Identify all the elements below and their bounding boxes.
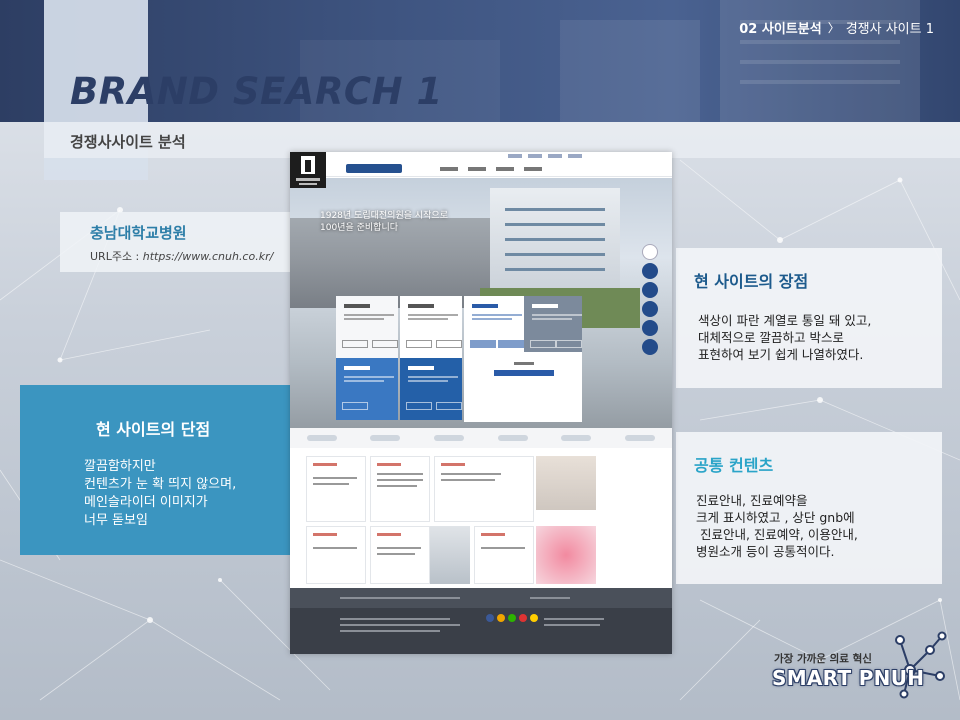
tile-hospital-news: [400, 358, 462, 420]
strength-line: 표현하여 보기 쉽게 나열하였다.: [698, 347, 864, 362]
common-text: 진료안내, 진료예약을 크게 표시하였고 , 상단 gnb에 진료안내, 진료예…: [696, 492, 858, 560]
utility-links: [508, 154, 582, 158]
award-badge: [290, 152, 326, 188]
hospital-url: URL주소 : https://www.cnuh.co.kr/: [90, 248, 273, 264]
hospice-banner: [464, 352, 582, 422]
page-title: BRAND SEARCH 1: [70, 70, 443, 113]
breadcrumb-current: 경쟁사 사이트 1: [845, 22, 934, 37]
common-line: 진료안내, 진료예약, 이용안내,: [696, 527, 858, 542]
tile-reservation: [400, 296, 462, 358]
weakness-line: 컨텐츠가 눈 확 띄지 않으며,: [84, 477, 237, 492]
brand-logo-text: SMART PNUH: [772, 666, 925, 690]
common-line: 진료안내, 진료예약을: [696, 493, 808, 508]
sns-icons: [486, 614, 538, 622]
gnb-menu: [440, 167, 542, 171]
weakness-line: 메인슬라이더 이미지가: [84, 495, 208, 510]
quick-icons-row: [290, 428, 672, 448]
tile-health: [464, 296, 524, 358]
news-card: [306, 456, 366, 522]
page-subtitle: 경쟁사사이트 분석: [70, 133, 186, 151]
url-label: URL주소 :: [90, 250, 143, 263]
hospital-name: 충남대학교병원: [90, 224, 187, 242]
utility-bar: [290, 152, 672, 161]
chevron-right-icon: 〉: [827, 21, 840, 35]
hero-caption: 1928년 도립대전의원을 시작으로 100년을 준비합니다: [320, 211, 448, 233]
strength-line: 색상이 파란 계열로 통일 돼 있고,: [698, 313, 872, 328]
weakness-line: 깔끔함하지만: [84, 459, 156, 474]
website-screenshot: 1928년 도립대전의원을 시작으로 100년을 준비합니다: [290, 152, 672, 654]
strength-title: 현 사이트의 장점: [694, 272, 809, 291]
news-card: [434, 456, 534, 522]
weakness-title: 현 사이트의 단점: [96, 420, 211, 439]
quick-menu: [642, 244, 658, 355]
doctor-photo: [430, 526, 470, 584]
weakness-text: 깔끔함하지만 컨텐츠가 눈 확 띄지 않으며, 메인슬라이더 이미지가 너무 돋…: [84, 458, 236, 530]
breadcrumb: 02 사이트분석 〉 경쟁사 사이트 1: [739, 18, 934, 37]
news-card: [370, 526, 430, 584]
breadcrumb-section: 02 사이트분석: [739, 22, 822, 37]
strength-line: 대체적으로 깔끔하고 박스로: [698, 330, 844, 345]
tile-health-info: [336, 358, 398, 420]
common-line: 병원소개 등이 공통적이다.: [696, 544, 835, 559]
news-card: [306, 526, 366, 584]
tile-treatment-info: [336, 296, 398, 358]
news-card: [370, 456, 430, 522]
url-link[interactable]: https://www.cnuh.co.kr/: [143, 250, 274, 263]
site-logo: [346, 164, 402, 173]
strength-text: 색상이 파란 계열로 통일 돼 있고, 대체적으로 깔끔하고 박스로 표현하여 …: [698, 312, 871, 363]
footer-tagline: 가장 가까운 의료 혁신: [774, 653, 872, 665]
doctors-photo: [536, 456, 596, 510]
site-footer: [290, 588, 672, 654]
common-title: 공통 컨텐츠: [694, 456, 774, 475]
common-line: 크게 표시하였고 , 상단 gnb에: [696, 510, 855, 525]
news-card: [474, 526, 534, 584]
heart-image: [536, 526, 596, 584]
tile-usage: [524, 296, 582, 358]
content-cards: [306, 456, 656, 586]
weakness-line: 너무 돋보임: [84, 513, 148, 528]
